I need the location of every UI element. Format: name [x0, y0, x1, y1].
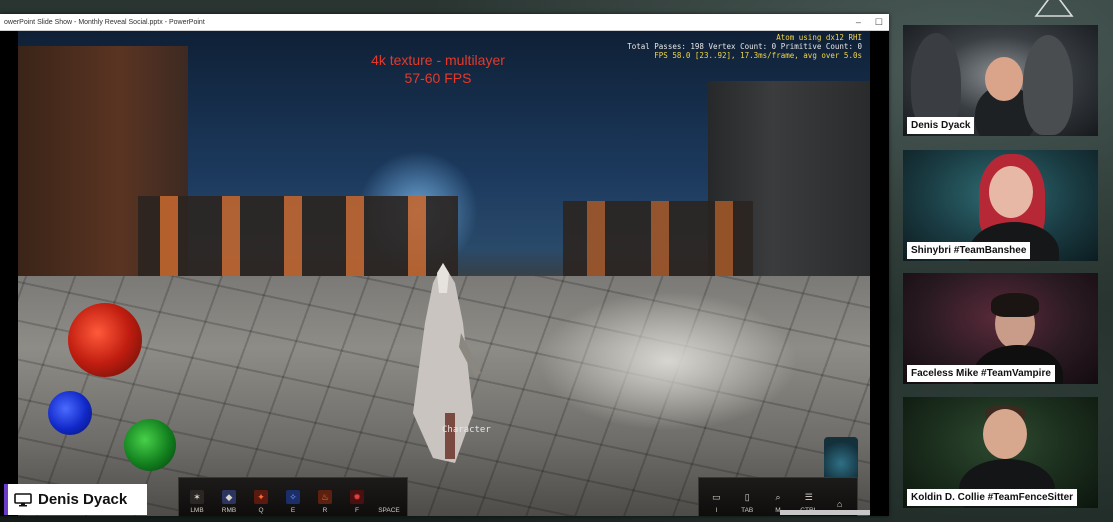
debug-overlay: Atom using dx12 RHI Total Passes: 198 Ve… — [627, 33, 862, 60]
empty-icon — [382, 490, 396, 504]
window-title: owerPoint Slide Show - Monthly Reveal So… — [4, 18, 205, 26]
menu-slot[interactable]: ⌂ — [826, 480, 853, 514]
ability-slot[interactable]: ✧ E — [279, 480, 307, 514]
slot-key: RMB — [221, 507, 237, 514]
ice-icon: ✧ — [286, 490, 300, 504]
minimize-button[interactable]: – — [856, 17, 861, 28]
stamina-orb — [124, 419, 176, 471]
camera-icon: ⌂ — [836, 499, 843, 509]
participant-tile: Koldin D. Collie #TeamFenceSitter — [903, 397, 1098, 508]
menu-icon: ☰ — [804, 491, 813, 502]
slide-heading: 4k texture - multilayer 57-60 FPS — [358, 51, 518, 87]
arches-right — [563, 201, 753, 286]
debug-line-3: FPS 58.0 [23..92], 17.3ms/frame, avg ove… — [654, 51, 862, 60]
ability-bar: ✶ LMB ◆ RMB ✦ Q ✧ E ♨ R ✹ F SPACE — [178, 477, 408, 516]
mana-orb — [48, 391, 92, 435]
ability-slot[interactable]: ✶ LMB — [183, 480, 211, 514]
maximize-button[interactable]: ☐ — [875, 17, 883, 28]
monitor-icon — [14, 492, 32, 506]
debug-line-1: Atom using dx12 RHI — [776, 33, 862, 42]
person-head — [989, 166, 1033, 218]
slot-key: LMB — [190, 507, 204, 514]
blood-icon: ✹ — [350, 490, 364, 504]
participant-tile: Faceless Mike #TeamVampire — [903, 273, 1098, 384]
person-head — [983, 409, 1027, 459]
ability-slot[interactable]: ✹ F — [343, 480, 371, 514]
phone-icon: ▯ — [744, 491, 750, 502]
inventory-icon: ▭ — [712, 491, 721, 502]
fire-icon: ✦ — [254, 490, 268, 504]
map-search-icon: ⌕ — [775, 491, 781, 502]
lantern-icon — [824, 437, 858, 481]
speaker-name: Denis Dyack — [38, 491, 128, 508]
slot-key: I — [715, 507, 718, 514]
slot-key: TAB — [741, 507, 754, 514]
window-titlebar: owerPoint Slide Show - Monthly Reveal So… — [0, 14, 889, 31]
debug-line-2: Total Passes: 198 Vertex Count: 0 Primit… — [627, 42, 862, 51]
menu-slot[interactable]: ⌕ M — [765, 480, 792, 515]
floor-light — [538, 291, 798, 431]
participant-name: Faceless Mike #TeamVampire — [907, 365, 1055, 382]
participant-tile: Denis Dyack — [903, 25, 1098, 136]
powerpoint-window: owerPoint Slide Show - Monthly Reveal So… — [0, 14, 889, 516]
slide-game-scene: 4k texture - multilayer 57-60 FPS Atom u… — [18, 31, 870, 516]
triangle-logo-icon — [1034, 0, 1074, 17]
menu-slot[interactable]: ▭ I — [703, 480, 730, 515]
person-head — [985, 57, 1023, 101]
health-orb — [68, 303, 142, 377]
ability-slot[interactable]: ◆ RMB — [215, 480, 243, 514]
shield-icon: ◆ — [222, 490, 236, 504]
slot-key: Q — [258, 507, 264, 514]
heading-line-1: 4k texture - multilayer — [371, 52, 505, 68]
speaker-badge: Denis Dyack — [4, 484, 147, 515]
ability-slot[interactable]: ✦ Q — [247, 480, 275, 514]
person-hair — [991, 293, 1039, 317]
participant-tile: Shinybri #TeamBanshee — [903, 150, 1098, 261]
claw-icon: ✶ — [190, 490, 204, 504]
ability-slot[interactable]: ♨ R — [311, 480, 339, 514]
slideshow-control-bar[interactable] — [780, 510, 870, 515]
person-silhouette — [1023, 35, 1073, 135]
heading-line-2: 57-60 FPS — [404, 70, 472, 86]
slot-key: E — [290, 507, 296, 514]
slot-key: SPACE — [378, 507, 400, 514]
menu-slot[interactable]: ▯ TAB — [734, 480, 761, 515]
flame-icon: ♨ — [318, 490, 332, 504]
ability-slot[interactable]: SPACE — [375, 480, 403, 514]
character-label: Character — [442, 425, 491, 435]
participant-name: Koldin D. Collie #TeamFenceSitter — [907, 489, 1078, 506]
slot-key: R — [322, 507, 328, 514]
menu-slot[interactable]: ☰ CTRL — [795, 480, 822, 515]
participant-name: Denis Dyack — [907, 117, 975, 134]
participant-name: Shinybri #TeamBanshee — [907, 242, 1031, 259]
slot-key: F — [355, 507, 359, 514]
